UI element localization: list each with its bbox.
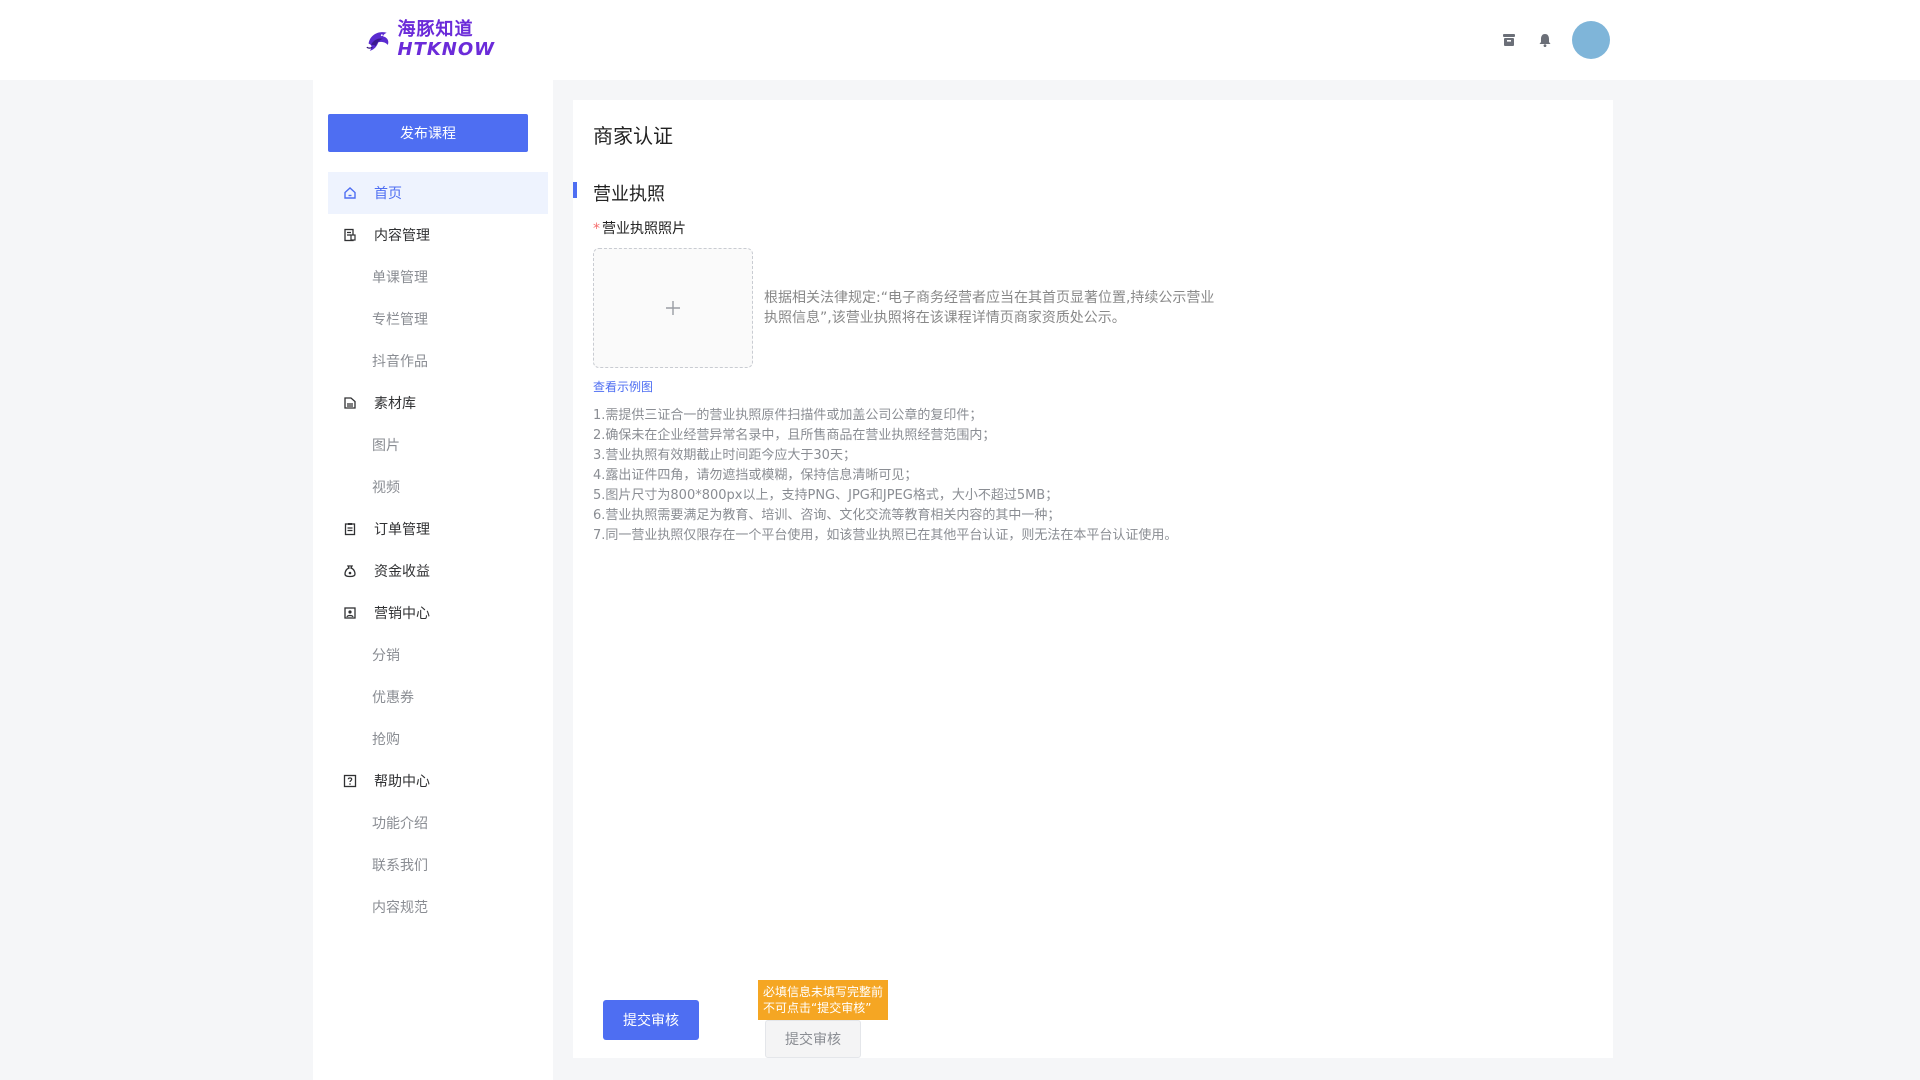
requirement-item: 2.确保未在企业经营异常名录中，且所售商品在营业执照经营范围内； <box>593 428 996 443</box>
requirement-item: 7.同一营业执照仅限存在一个平台使用，如该营业执照已在其他平台认证，则无法在本平… <box>593 528 1178 543</box>
sidebar-item-label: 首页 <box>374 186 402 202</box>
license-photo-label: * 营业执照照片 <box>593 218 686 238</box>
top-header: 海豚知道 HTKNOW <box>0 0 1920 80</box>
avatar[interactable] <box>1572 21 1610 59</box>
sidebar-item-label: 素材库 <box>374 396 416 412</box>
sidebar-subitem-flash-sale[interactable]: 抢购 <box>328 718 548 760</box>
sidebar-item-label: 营销中心 <box>374 606 430 622</box>
sidebar-nav: 首页 内容管理 单课管理 专栏管理 抖音作品 素材库 图片 视频 订单管理 资金… <box>328 172 548 928</box>
section-title: 营业执照 <box>593 184 665 205</box>
folder-icon <box>342 395 358 411</box>
requirement-item: 3.营业执照有效期截止时间距今应大于30天； <box>593 448 856 463</box>
requirements-list: 1.需提供三证合一的营业执照原件扫描件或加盖公司公章的复印件； 2.确保未在企业… <box>593 406 1393 546</box>
sidebar-subitem-images[interactable]: 图片 <box>328 424 548 466</box>
sidebar-item-earnings[interactable]: 资金收益 <box>328 550 548 592</box>
sidebar-item-marketing[interactable]: 营销中心 <box>328 592 548 634</box>
sidebar-subitem-single-course[interactable]: 单课管理 <box>328 256 548 298</box>
logo[interactable]: 海豚知道 HTKNOW <box>365 18 495 62</box>
sidebar-item-label: 内容管理 <box>374 228 430 244</box>
sidebar-subitem-videos[interactable]: 视频 <box>328 466 548 508</box>
tooltip-line: 必填信息未填写完整前 <box>763 985 884 999</box>
archive-icon[interactable] <box>1499 30 1519 50</box>
requirement-item: 5.图片尺寸为800*800px以上，支持PNG、JPG和JPEG格式，大小不超… <box>593 488 1059 503</box>
page-title: 商家认证 <box>593 124 673 148</box>
money-bag-icon <box>342 563 358 579</box>
submit-review-button-disabled: 提交审核 <box>765 1020 861 1058</box>
sidebar-item-content[interactable]: 内容管理 <box>328 214 548 256</box>
submit-disabled-tooltip: 必填信息未填写完整前 不可点击“提交审核” <box>758 980 888 1026</box>
sidebar-subitem-coupons[interactable]: 优惠券 <box>328 676 548 718</box>
content-icon <box>342 227 358 243</box>
sidebar-subitem-douyin-works[interactable]: 抖音作品 <box>328 340 548 382</box>
sidebar-item-help[interactable]: 帮助中心 <box>328 760 548 802</box>
help-icon <box>342 773 358 789</box>
sidebar-item-label: 帮助中心 <box>374 774 430 790</box>
license-upload-box[interactable] <box>593 248 753 368</box>
sidebar-item-materials[interactable]: 素材库 <box>328 382 548 424</box>
upload-legal-note: 根据相关法律规定:“电子商务经营者应当在其首页显著位置,持续公示营业执照信息”,… <box>764 290 1215 326</box>
plus-icon <box>666 301 680 315</box>
sidebar-subitem-contact[interactable]: 联系我们 <box>328 844 548 886</box>
sidebar-item-home[interactable]: 首页 <box>328 172 548 214</box>
logo-title-cn: 海豚知道 <box>397 19 474 40</box>
home-icon <box>342 185 358 201</box>
sidebar: 发布课程 首页 内容管理 单课管理 专栏管理 抖音作品 素材库 图片 视频 订单… <box>313 80 553 1080</box>
bell-icon[interactable] <box>1535 30 1555 50</box>
sidebar-subitem-content-rules[interactable]: 内容规范 <box>328 886 548 928</box>
section-accent-bar <box>573 182 577 198</box>
tooltip-line: 不可点击“提交审核” <box>763 1001 872 1015</box>
license-photo-label-text: 营业执照照片 <box>602 221 686 237</box>
sidebar-subitem-features[interactable]: 功能介绍 <box>328 802 548 844</box>
requirement-item: 6.营业执照需要满足为教育、培训、咨询、文化交流等教育相关内容的其中一种； <box>593 508 1061 523</box>
marketing-icon <box>342 605 358 621</box>
main-card: 商家认证 营业执照 * 营业执照照片 根据相关法律规定:“电子商务经营者应当在其首… <box>573 100 1613 1058</box>
requirement-item: 4.露出证件四角，请勿遮挡或模糊，保持信息清晰可见； <box>593 468 918 483</box>
logo-title-en: HTKNOW <box>397 39 495 60</box>
dolphin-logo-icon <box>366 32 389 51</box>
publish-course-button[interactable]: 发布课程 <box>328 114 528 152</box>
submit-review-button[interactable]: 提交审核 <box>603 1000 699 1040</box>
sidebar-item-label: 资金收益 <box>374 564 430 580</box>
view-example-link[interactable]: 查看示例图 <box>593 378 653 395</box>
sidebar-subitem-column[interactable]: 专栏管理 <box>328 298 548 340</box>
logo-texts: 海豚知道 HTKNOW <box>397 21 495 59</box>
sidebar-item-label: 订单管理 <box>374 522 430 538</box>
sidebar-subitem-distribution[interactable]: 分销 <box>328 634 548 676</box>
clipboard-icon <box>342 521 358 537</box>
requirement-item: 1.需提供三证合一的营业执照原件扫描件或加盖公司公章的复印件； <box>593 408 983 423</box>
required-asterisk: * <box>593 221 600 237</box>
sidebar-item-orders[interactable]: 订单管理 <box>328 508 548 550</box>
